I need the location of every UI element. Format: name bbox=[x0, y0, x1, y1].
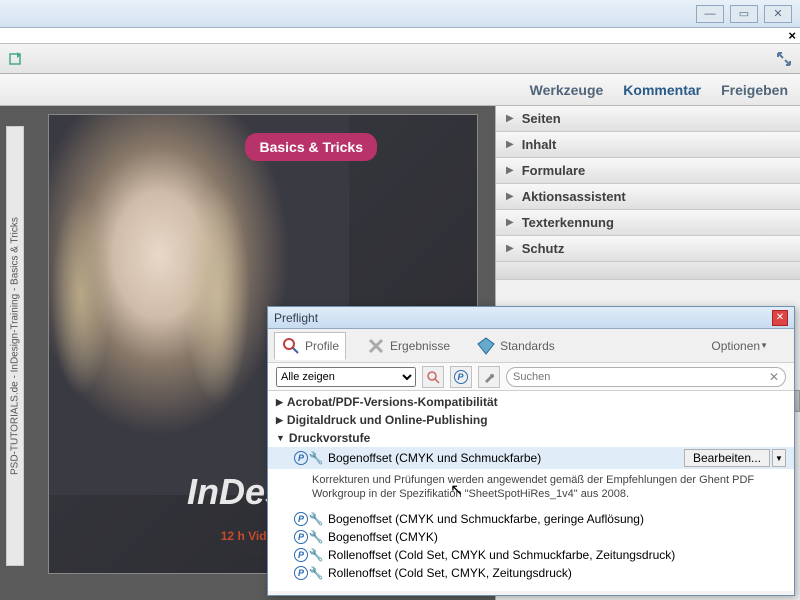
tree-item[interactable]: P🔧Rollenoffset (Cold Set, CMYK und Schmu… bbox=[268, 546, 794, 564]
chevron-down-icon: ▼ bbox=[760, 341, 768, 350]
profile-tree[interactable]: ▶Acrobat/PDF-Versions-Kompatibilität ▶Di… bbox=[268, 391, 794, 591]
tree-item-selected[interactable]: P🔧 Bogenoffset (CMYK und Schmuckfarbe) B… bbox=[268, 447, 794, 469]
chevron-right-icon: ▶ bbox=[506, 139, 514, 150]
accordion-aktionsassistent[interactable]: ▶Aktionsassistent bbox=[496, 184, 800, 210]
profile-icon: P bbox=[294, 548, 308, 562]
chevron-right-icon: ▶ bbox=[276, 397, 283, 408]
item-description: Korrekturen und Prüfungen werden angewen… bbox=[268, 469, 794, 510]
profile-icon: P bbox=[294, 530, 308, 544]
search-box[interactable]: ✕ bbox=[506, 367, 786, 387]
preflight-title: Preflight bbox=[274, 311, 318, 325]
tab-standards[interactable]: Standards bbox=[470, 333, 561, 359]
comment-menu[interactable]: Kommentar bbox=[623, 82, 701, 98]
wrench-icon: 🔧 bbox=[309, 530, 323, 544]
fullscreen-icon[interactable] bbox=[776, 51, 792, 67]
document-tab-bar: × bbox=[0, 28, 800, 44]
diamond-icon bbox=[476, 336, 496, 356]
accordion-formulare[interactable]: ▶Formulare bbox=[496, 158, 800, 184]
chevron-right-icon: ▶ bbox=[276, 415, 283, 426]
minimize-button[interactable]: — bbox=[696, 5, 724, 23]
accordion-seiten[interactable]: ▶Seiten bbox=[496, 106, 800, 132]
filter-info-icon[interactable]: P bbox=[450, 366, 472, 388]
cover-badge: Basics & Tricks bbox=[245, 133, 377, 161]
chevron-down-icon: ▼ bbox=[276, 433, 285, 443]
wrench-icon: 🔧 bbox=[309, 512, 323, 526]
document-tab-label[interactable]: PSD-TUTORIALS.de - InDesign-Training - B… bbox=[6, 126, 24, 566]
profile-icon: P bbox=[294, 451, 308, 465]
clear-search-icon[interactable]: ✕ bbox=[769, 370, 779, 384]
edit-button[interactable]: Bearbeiten... bbox=[684, 449, 770, 467]
close-doc-icon[interactable]: × bbox=[788, 28, 796, 43]
share-menu[interactable]: Freigeben bbox=[721, 82, 788, 98]
preflight-dialog: Preflight ✕ Profile Ergebnisse Standards… bbox=[267, 306, 795, 596]
main-toolbar bbox=[0, 44, 800, 74]
dropdown-icon[interactable]: ▼ bbox=[772, 449, 786, 467]
maximize-button[interactable]: ▭ bbox=[730, 5, 758, 23]
accordion-inhalt[interactable]: ▶Inhalt bbox=[496, 132, 800, 158]
profile-icon: P bbox=[294, 566, 308, 580]
profile-icon: P bbox=[294, 512, 308, 526]
wrench-cross-icon bbox=[366, 336, 386, 356]
tree-item[interactable]: P🔧Bogenoffset (CMYK) bbox=[268, 528, 794, 546]
wrench-icon: 🔧 bbox=[309, 566, 323, 580]
chevron-right-icon: ▶ bbox=[506, 165, 514, 176]
search-input[interactable] bbox=[513, 371, 769, 383]
chevron-right-icon: ▶ bbox=[506, 217, 514, 228]
tab-results[interactable]: Ergebnisse bbox=[360, 333, 456, 359]
chevron-right-icon: ▶ bbox=[506, 243, 514, 254]
filter-wrench-icon[interactable] bbox=[478, 366, 500, 388]
accordion-schutz[interactable]: ▶Schutz bbox=[496, 236, 800, 262]
accordion-texterkennung[interactable]: ▶Texterkennung bbox=[496, 210, 800, 236]
chevron-right-icon: ▶ bbox=[506, 191, 514, 202]
close-button[interactable]: ✕ bbox=[764, 5, 792, 23]
wrench-icon: 🔧 bbox=[309, 451, 323, 465]
preflight-close-icon[interactable]: ✕ bbox=[772, 310, 788, 326]
window-titlebar: — ▭ ✕ bbox=[0, 0, 800, 28]
filter-check-icon[interactable] bbox=[422, 366, 444, 388]
tree-item[interactable]: P🔧Bogenoffset (CMYK und Schmuckfarbe, ge… bbox=[268, 510, 794, 528]
tree-group[interactable]: ▶Digitaldruck und Online-Publishing bbox=[268, 411, 794, 429]
filter-select[interactable]: Alle zeigen bbox=[276, 367, 416, 387]
options-menu[interactable]: Optionen ▼ bbox=[705, 336, 774, 356]
tools-menu[interactable]: Werkzeuge bbox=[530, 82, 604, 98]
tree-item[interactable]: P🔧Rollenoffset (Cold Set, CMYK, Zeitungs… bbox=[268, 564, 794, 582]
magnifier-icon bbox=[281, 336, 301, 356]
tree-group[interactable]: ▼Druckvorstufe bbox=[268, 429, 794, 447]
preflight-titlebar[interactable]: Preflight ✕ bbox=[268, 307, 794, 329]
export-icon[interactable] bbox=[8, 51, 24, 67]
wrench-icon: 🔧 bbox=[309, 548, 323, 562]
menu-bar: Werkzeuge Kommentar Freigeben bbox=[0, 74, 800, 106]
tree-group[interactable]: ▶Acrobat/PDF-Versions-Kompatibilität bbox=[268, 393, 794, 411]
chevron-right-icon: ▶ bbox=[506, 113, 514, 124]
tab-profile[interactable]: Profile bbox=[274, 332, 346, 360]
